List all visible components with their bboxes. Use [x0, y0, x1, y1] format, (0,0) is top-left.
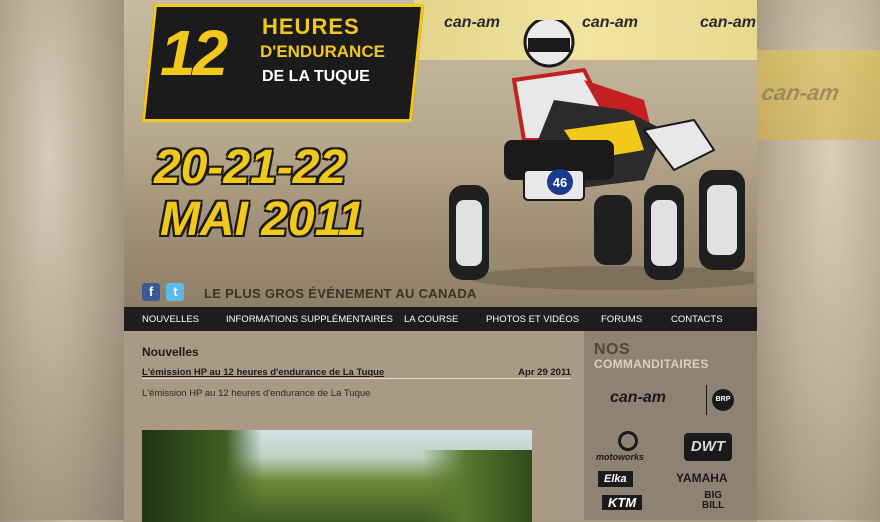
nav-item-contacts[interactable]: CONTACTS [671, 314, 723, 325]
page-background-left [0, 0, 124, 520]
main-nav: NOUVELLES INFORMATIONS SUPPLÉMENTAIRES L… [124, 307, 757, 331]
page-background-right: can-am [756, 0, 880, 520]
logo-line-2: D'ENDURANCE [260, 42, 385, 61]
sponsor-canam-logo[interactable]: can-am [610, 389, 666, 407]
nav-item-la-course[interactable]: LA COURSE [404, 314, 458, 325]
sponsors-sidebar: NOS COMMANDITAIRES can-am BRP motoworks … [584, 331, 757, 520]
social-links: f t [142, 283, 186, 301]
sidebar-subtitle: COMMANDITAIRES [594, 357, 709, 371]
section-title: Nouvelles [142, 345, 199, 359]
bigbill-line-2: BILL [702, 500, 725, 511]
page-wrapper: can-am can-am can-am 46 12 HEURES D'ENDU… [124, 0, 757, 522]
logo-number: 12 [160, 17, 228, 89]
post-divider [142, 378, 571, 379]
rider-number: 46 [553, 175, 567, 190]
sponsor-motoworks-logo[interactable]: motoworks [596, 452, 644, 462]
main-content: Nouvelles L'émission HP au 12 heures d'e… [124, 331, 584, 522]
facebook-icon[interactable]: f [142, 283, 160, 301]
post-title-link[interactable]: L'émission HP au 12 heures d'endurance d… [142, 367, 384, 378]
background-brand-text: can-am [759, 80, 842, 105]
post-body: L'émission HP au 12 heures d'endurance d… [142, 388, 371, 399]
nav-item-nouvelles[interactable]: NOUVELLES [142, 314, 199, 325]
header-banner: can-am can-am can-am 46 12 HEURES D'ENDU… [124, 0, 757, 307]
event-days: 20-21-22 [154, 141, 347, 194]
video-frame-trees [142, 430, 262, 522]
atv-rider-image: 46 [449, 20, 754, 290]
sponsor-divider [706, 385, 707, 415]
logo-line-3: DE LA TUQUE [262, 68, 370, 85]
twitter-icon[interactable]: t [166, 283, 185, 301]
sponsor-elka-logo[interactable]: Elka [598, 471, 633, 487]
sponsor-ktm-logo[interactable]: KTM [602, 495, 643, 510]
video-player[interactable] [142, 430, 532, 522]
event-tagline: LE PLUS GROS ÉVÉNEMENT AU CANADA [204, 286, 477, 301]
nav-item-photos-videos[interactable]: PHOTOS ET VIDÉOS [486, 314, 579, 325]
sponsor-brp-logo[interactable]: BRP [712, 389, 734, 411]
event-dates: 20-21-22 MAI 2011 [154, 140, 416, 246]
nav-item-informations[interactable]: INFORMATIONS SUPPLÉMENTAIRES [226, 314, 393, 325]
event-month-year: MAI 2011 [160, 193, 365, 246]
nav-item-forums[interactable]: FORUMS [601, 314, 642, 325]
sponsor-dwt-logo[interactable]: DWT [684, 433, 732, 461]
sponsor-bigbill-logo[interactable]: BIG BILL [702, 491, 724, 511]
motoworks-icon [618, 431, 638, 451]
video-frame-trees [422, 450, 532, 522]
post-date: Apr 29 2011 [518, 367, 571, 378]
sponsor-yamaha-logo[interactable]: YAMAHA [676, 471, 728, 485]
logo-line-1: HEURES [262, 14, 360, 39]
